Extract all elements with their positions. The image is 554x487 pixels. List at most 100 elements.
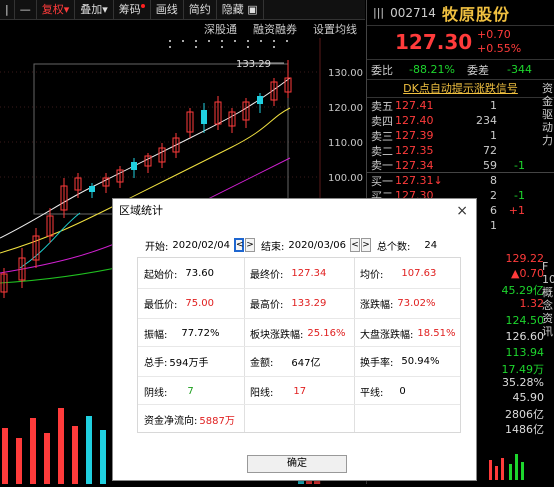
toolbar-restore-rights-button[interactable]: 复权▾: [37, 0, 76, 20]
stock-code: 002714: [390, 5, 436, 20]
ask-row[interactable]: 卖三 127.39 1: [367, 128, 554, 143]
toolbar-sep: |: [0, 0, 15, 20]
bid-row[interactable]: 买一 127.31↓ 8: [367, 173, 554, 188]
stat-value: 75.00: [185, 297, 215, 309]
bid-change: -1: [514, 189, 525, 202]
stat-value: 73.60: [185, 267, 215, 279]
price-row: 127.30 +0.70 +0.55%: [367, 26, 554, 60]
stat-amount: 金额: 647亿: [244, 346, 320, 376]
bid-label: 买一: [371, 174, 393, 188]
stat-label: 资金净流向:: [144, 415, 198, 427]
order-diff-label: 委差: [467, 63, 489, 77]
stat-net-flow: 资金净流向: 5887万: [138, 404, 235, 434]
stat-label: 涨跌幅:: [360, 299, 394, 311]
order-ratio-label: 委比: [371, 63, 393, 77]
stat-label: 阳线:: [250, 387, 274, 399]
toolbar-draw-line-button[interactable]: 画线: [151, 0, 184, 20]
close-icon[interactable]: ×: [456, 199, 468, 223]
ask-row[interactable]: 卖二 127.35 72: [367, 143, 554, 158]
toolbar-chip-button[interactable]: 筹码: [114, 0, 151, 20]
start-next-button[interactable]: >: [245, 238, 256, 252]
stat-value: 17: [293, 385, 307, 397]
quote-value: 113.94: [505, 346, 545, 359]
stats-grid: 起始价: 73.60 最终价: 127.34 均价: 107.63 最低价: 75.00…: [137, 257, 461, 433]
ask-label: 卖五: [371, 99, 393, 113]
stat-label: 大盘涨跌幅:: [360, 329, 414, 341]
ask-volume: 1: [490, 129, 497, 142]
dk-signal-link[interactable]: DK点自动提示涨跌信号: [367, 80, 554, 98]
stat-volume: 总手: 594万手: [138, 346, 208, 376]
stat-label: 金额:: [250, 357, 274, 369]
ask-volume: 59: [483, 158, 497, 172]
side-tab-char: 动: [542, 121, 553, 134]
end-next-button[interactable]: >: [361, 238, 372, 252]
ask-row[interactable]: 卖一 127.34 59 -1: [367, 158, 554, 173]
toolbar-minus-button[interactable]: —: [15, 0, 37, 20]
stat-value: 5887万: [199, 415, 235, 427]
side-tab-char: 驱: [542, 108, 553, 121]
side-tab-char: 金: [542, 95, 553, 108]
margin-trading-link[interactable]: 融资融券: [245, 21, 305, 37]
stat-sector: 板块涨跌幅: 25.16%: [244, 318, 346, 348]
hk-connect-link[interactable]: 深股通: [196, 21, 245, 37]
window-restore-icon[interactable]: ▣: [247, 3, 257, 16]
ok-button[interactable]: 确定: [247, 455, 347, 473]
start-prev-button[interactable]: <: [234, 238, 245, 252]
stat-label: 振幅:: [144, 329, 168, 341]
stat-high: 最高价: 133.29: [244, 288, 326, 318]
stat-up-candles: 阳线: 17: [244, 376, 306, 406]
side-tab-char: 讯: [542, 325, 553, 338]
toolbar-chip-label: 筹码: [118, 2, 141, 16]
stat-label: 起始价:: [144, 269, 178, 281]
chart-toolbar: | — 复权▾ 叠加▾ 筹码 画线 简约 隐藏 ▣: [0, 0, 365, 20]
side-tab-char: 概: [542, 286, 553, 299]
hamburger-icon[interactable]: |||: [373, 6, 384, 19]
stat-low: 最低价: 75.00: [138, 288, 214, 318]
bid-change: +1: [508, 204, 525, 217]
quote-value: 126.60: [505, 330, 545, 343]
high-price-label: 133.29: [236, 59, 271, 70]
ask-label: 卖四: [371, 114, 393, 128]
stat-value: 77.72%: [181, 327, 220, 339]
stat-value: 594万手: [169, 357, 209, 369]
toolbar-hide-button[interactable]: 隐藏 ▣: [217, 0, 264, 20]
price-change-pct: +0.55%: [477, 42, 522, 55]
stat-label: 最终价:: [250, 269, 284, 281]
ask-volume: 72: [483, 144, 497, 157]
ask-row[interactable]: 卖五 127.41 1: [367, 98, 554, 113]
side-tab-strip[interactable]: 资 金 驱 动 力: [542, 82, 554, 147]
stat-value: 7: [187, 385, 194, 397]
stock-header: ||| 002714 牧原股份: [367, 0, 554, 26]
chart-subbar: 深股通 融资融券 设置均线: [0, 20, 365, 38]
stat-turnover: 换手率: 50.94%: [354, 346, 440, 376]
stat-label: 均价:: [360, 269, 384, 281]
ask-list: 卖五 127.41 1 卖四 127.40 234 卖三 127.39 1 卖二 127.35…: [367, 98, 554, 173]
toolbar-overlay-button[interactable]: 叠加▾: [75, 0, 114, 20]
end-prev-button[interactable]: <: [350, 238, 361, 252]
stat-amplitude: 振幅: 77.72%: [138, 318, 220, 348]
ask-price: 127.39: [395, 129, 434, 142]
ask-row[interactable]: 卖四 127.40 234: [367, 113, 554, 128]
quote-value: 35.28%: [502, 376, 544, 389]
count-value: 24: [424, 239, 438, 251]
dialog-titlebar[interactable]: 区域统计 ×: [113, 199, 476, 223]
quote-value: 17.49万: [501, 363, 545, 376]
stat-flat-candles: 平线: 0: [354, 376, 406, 406]
ask-volume: 1: [490, 99, 497, 112]
side-tab-strip[interactable]: F 10 概 念 资 讯: [542, 260, 554, 338]
price-tick: 100.00: [328, 173, 363, 184]
set-ma-link[interactable]: 设置均线: [305, 21, 365, 37]
side-tab-char: 力: [542, 134, 553, 147]
ask-price: 127.40: [395, 114, 434, 127]
range-row: 开始: 2020/02/04 < > 结束: 2020/03/06 < > 总个…: [145, 237, 445, 253]
price-tick: 120.00: [328, 103, 363, 114]
stat-value: 25.16%: [307, 327, 346, 339]
stat-market: 大盘涨跌幅: 18.51%: [354, 318, 456, 348]
toolbar-simple-button[interactable]: 简约: [184, 0, 217, 20]
stat-label: 总手:: [144, 357, 168, 369]
count-label: 总个数:: [377, 241, 411, 253]
stat-value: 18.51%: [417, 327, 456, 339]
order-diff-value: -344: [507, 63, 532, 76]
stat-avg: 均价: 107.63: [354, 258, 436, 288]
order-ratio-value: -88.21%: [409, 63, 455, 76]
